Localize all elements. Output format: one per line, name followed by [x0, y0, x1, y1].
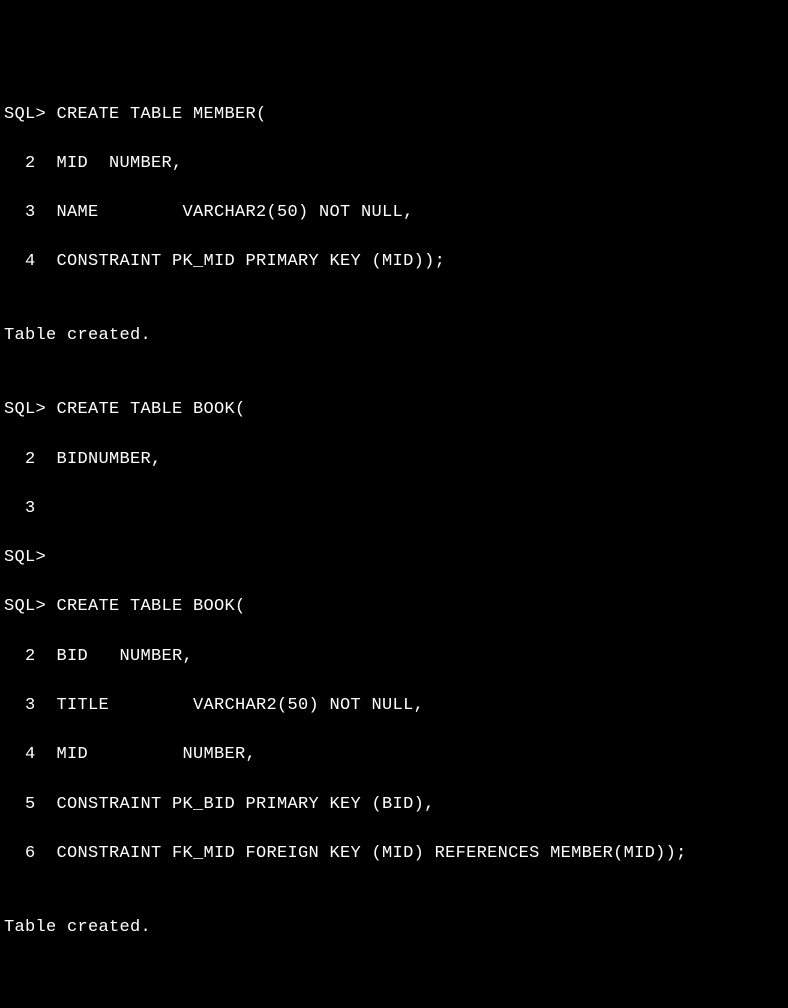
terminal-line: 3 — [4, 497, 788, 522]
terminal-line: 3 NAME VARCHAR2(50) NOT NULL, — [4, 201, 788, 226]
terminal-line: 4 MID NUMBER, — [4, 743, 788, 768]
terminal-output: Table created. — [4, 324, 788, 349]
terminal-line: 2 MID NUMBER, — [4, 152, 788, 177]
terminal-line: 2 BID NUMBER, — [4, 645, 788, 670]
terminal-line: SQL> CREATE TABLE BOOK( — [4, 398, 788, 423]
terminal-line: SQL> CREATE TABLE BOOK( — [4, 595, 788, 620]
terminal-line: SQL> CREATE TABLE MEMBER( — [4, 103, 788, 128]
terminal-line: 2 BIDNUMBER, — [4, 448, 788, 473]
terminal-line: 6 CONSTRAINT FK_MID FOREIGN KEY (MID) RE… — [4, 842, 788, 867]
terminal-line: 4 CONSTRAINT PK_MID PRIMARY KEY (MID)); — [4, 250, 788, 275]
terminal-output: Table created. — [4, 916, 788, 941]
terminal-prompt[interactable]: SQL> — [4, 546, 788, 571]
terminal-line: 5 CONSTRAINT PK_BID PRIMARY KEY (BID), — [4, 793, 788, 818]
terminal-line: 3 TITLE VARCHAR2(50) NOT NULL, — [4, 694, 788, 719]
